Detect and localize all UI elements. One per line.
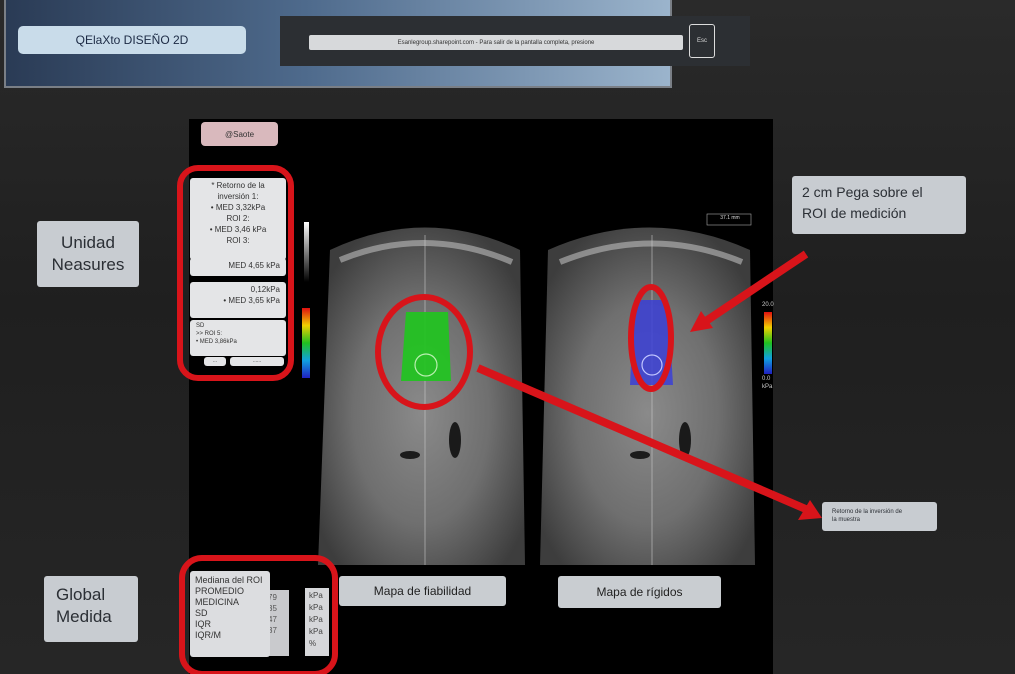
retorno-note: Retorno de la inversión de la muestra <box>822 502 937 531</box>
summary-unit: % <box>309 639 317 648</box>
summary-unit: kPa <box>309 591 323 600</box>
measure-card-row2: MED 4,65 kPa <box>190 258 286 276</box>
measure-card-row3: 0,12kPa • MED 3,65 kPa <box>190 282 286 318</box>
ultrasound-sector-right <box>540 227 755 565</box>
summary-value: 35 <box>268 604 277 613</box>
measure-line: • MED 3,86kPa <box>196 339 237 345</box>
measure-line: ROI 2: <box>226 214 250 223</box>
color-bar-right <box>764 312 772 374</box>
measure-line: * Retorno de la <box>211 181 265 190</box>
measure-card-footer-right[interactable]: ...... <box>230 357 284 366</box>
global-line: Global <box>56 585 106 604</box>
unidad-line: Neasures <box>51 255 125 274</box>
summary-value: 37 <box>268 626 277 635</box>
roi-note-line: ROI de medición <box>802 205 907 221</box>
summary-unit: kPa <box>309 615 323 624</box>
reliability-roi <box>401 312 451 381</box>
measure-card-main: * Retorno de la inversión 1: • MED 3,32k… <box>190 178 286 260</box>
summary-row-label: SD <box>195 608 208 618</box>
summary-value: 47 <box>268 615 277 624</box>
measure-line: 0,12kPa <box>250 285 280 294</box>
summary-row-label: IQR <box>195 619 212 629</box>
summary-table: Mediana del ROI PROMEDIO MEDICINA SD IQR… <box>190 571 270 657</box>
measure-card-row4: SD >> ROI 5: • MED 3,86kPa <box>190 320 286 356</box>
summary-row-label: IQR/M <box>195 630 221 640</box>
unidad-label: Unidad Neasures <box>37 221 139 287</box>
colorbar-top-label: 20.0 <box>762 302 774 308</box>
color-bar-left <box>302 308 310 378</box>
global-label: Global Medida <box>44 576 138 642</box>
summary-row-label: MEDICINA <box>195 597 240 607</box>
measure-line: • MED 3,65 kPa <box>223 296 280 305</box>
colorbar-unit-label: kPa <box>762 384 773 390</box>
measure-line: >> ROI 5: <box>196 331 223 337</box>
roi-note-line: 2 cm Pega sobre el <box>802 184 923 200</box>
summary-value: 79 <box>268 593 277 602</box>
summary-row-label: PROMEDIO <box>195 586 245 596</box>
stiffness-map-label: Mapa de rígidos <box>558 576 721 608</box>
brand-tag: @Saote <box>201 122 278 146</box>
measure-line: • MED 3,32kPa <box>210 203 266 212</box>
scale-readout: 37.1 mm <box>720 215 740 221</box>
summary-unit: kPa <box>309 627 323 636</box>
retorno-line: la muestra <box>832 517 861 523</box>
colorbar-bottom-label: 0.0 <box>762 376 771 382</box>
retorno-line: Retorno de la inversión de <box>832 509 903 515</box>
summary-row-label: Mediana del ROI <box>195 575 263 585</box>
summary-units: kPa kPa kPa kPa % <box>305 588 329 656</box>
measure-line: • MED 3,46 kPa <box>209 225 267 234</box>
global-line: Medida <box>56 607 112 626</box>
measure-card-footer-left[interactable]: ... <box>204 357 226 366</box>
ultrasound-sector-left <box>318 227 525 565</box>
summary-unit: kPa <box>309 603 323 612</box>
reliability-map-label: Mapa de fiabilidad <box>339 576 506 606</box>
measure-line: ROI 3: <box>226 236 250 245</box>
measure-line: SD <box>196 323 205 329</box>
roi-note: 2 cm Pega sobre el ROI de medición <box>792 176 966 234</box>
ultrasound-graphics <box>177 165 822 674</box>
greyscale-bar <box>304 222 309 282</box>
measure-line: inversión 1: <box>217 192 259 201</box>
unidad-line: Unidad <box>61 233 115 252</box>
